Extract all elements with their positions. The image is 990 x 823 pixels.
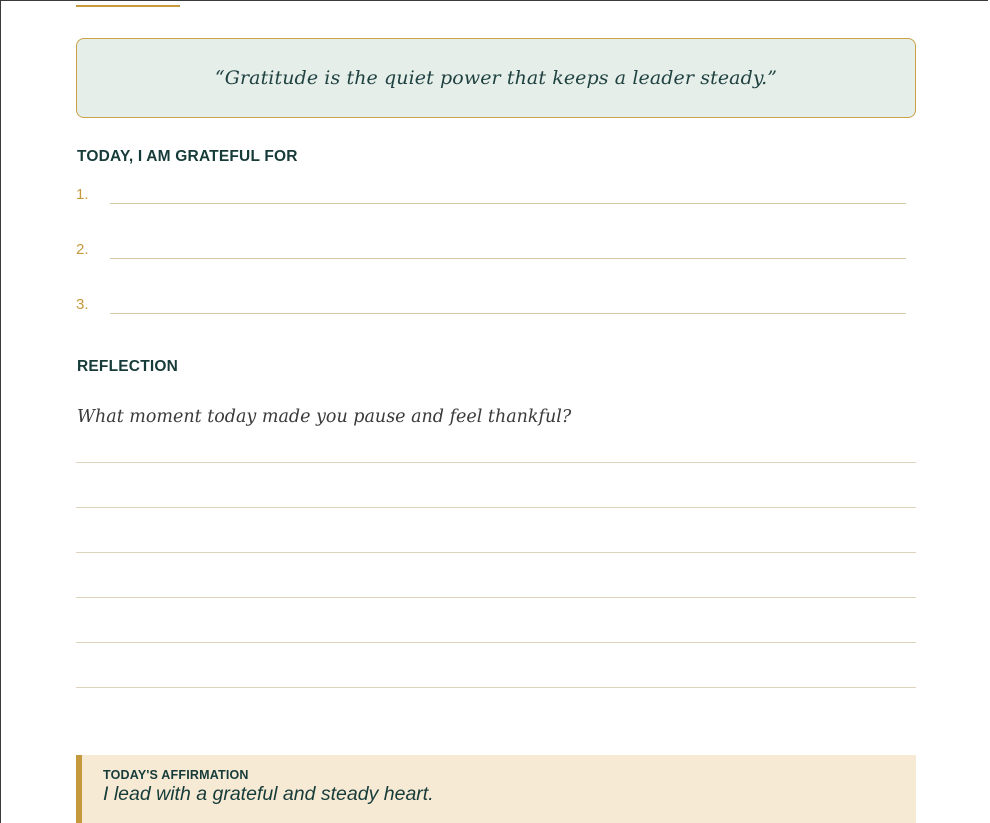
reflection-write-line[interactable]: [76, 597, 916, 598]
gratitude-item-number: 3.: [76, 296, 89, 313]
reflection-write-line[interactable]: [76, 552, 916, 553]
reflection-prompt: What moment today made you pause and fee…: [77, 407, 572, 427]
gratitude-write-line[interactable]: [110, 258, 906, 259]
gratitude-heading: TODAY, I AM GRATEFUL FOR: [77, 148, 298, 165]
gratitude-item-number: 1.: [76, 186, 89, 203]
affirmation-text: I lead with a grateful and steady heart.: [103, 783, 434, 805]
gratitude-item-2[interactable]: 2.: [76, 241, 906, 265]
reflection-write-line[interactable]: [76, 507, 916, 508]
quote-box: “Gratitude is the quiet power that keeps…: [76, 38, 916, 118]
reflection-write-line[interactable]: [76, 642, 916, 643]
reflection-write-line[interactable]: [76, 687, 916, 688]
affirmation-label: TODAY'S AFFIRMATION: [103, 768, 249, 782]
gratitude-item-1[interactable]: 1.: [76, 186, 906, 210]
gratitude-item-3[interactable]: 3.: [76, 296, 906, 320]
gratitude-item-number: 2.: [76, 241, 89, 258]
top-accent-rule: [76, 5, 180, 7]
reflection-write-line[interactable]: [76, 462, 916, 463]
reflection-heading: REFLECTION: [77, 358, 179, 375]
gratitude-write-line[interactable]: [110, 203, 906, 204]
affirmation-box: TODAY'S AFFIRMATION I lead with a gratef…: [76, 755, 916, 823]
gratitude-write-line[interactable]: [110, 313, 906, 314]
quote-text: “Gratitude is the quiet power that keeps…: [214, 67, 778, 89]
